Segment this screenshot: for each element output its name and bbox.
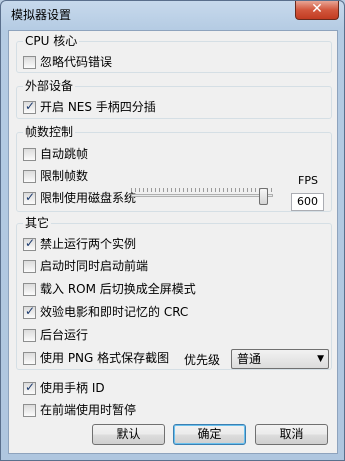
option-label: 自动跳帧 [40,147,89,161]
cancel-button[interactable]: 取消 [255,424,328,445]
fps-slider[interactable] [131,188,278,205]
fps-label: FPS [298,174,318,187]
checkbox[interactable] [23,403,36,417]
group-label-external: 外部设备 [23,79,76,93]
option-run-in-background[interactable]: 后台运行 [23,327,88,343]
option-verify-crc[interactable]: 效验电影和即时记忆的 CRC [23,304,188,320]
default-button[interactable]: 默认 [92,424,165,445]
option-label: 效验电影和即时记忆的 CRC [40,305,189,319]
title-bar[interactable]: 模拟器设置 ✕ [1,1,344,27]
chevron-down-icon: ▼ [317,354,324,364]
slider-thumb[interactable] [259,188,268,205]
checkbox[interactable] [23,99,36,114]
group-label-frame: 帧数控制 [23,125,76,139]
checkbox[interactable] [23,304,36,319]
option-label: 禁止运行两个实例 [40,237,137,251]
window-title: 模拟器设置 [11,8,72,22]
option-label: 使用手柄 ID [40,381,105,395]
checkbox[interactable] [23,380,36,395]
checkbox[interactable] [23,351,36,365]
checkbox[interactable] [23,259,36,273]
slider-ticks [131,188,273,192]
option-label: 开启 NES 手柄四分插 [40,100,156,114]
option-single-instance[interactable]: 禁止运行两个实例 [23,236,136,252]
checkbox[interactable] [23,190,36,205]
checkbox[interactable] [23,236,36,251]
priority-select[interactable]: 普通 ▼ [231,349,329,369]
group-label-cpu: CPU 核心 [23,34,80,48]
checkbox[interactable] [23,169,36,183]
option-label: 载入 ROM 后切换成全屏模式 [40,282,196,296]
checkbox[interactable] [23,55,36,69]
option-label: 限制帧数 [40,169,89,183]
dialog-body: CPU 核心 忽略代码错误 外部设备 开启 NES 手柄四分插 帧数控制 自动跳… [8,30,338,454]
ok-button[interactable]: 确定 [173,424,246,445]
option-label: 限制使用磁盘系统 [40,191,137,205]
checkbox[interactable] [23,328,36,342]
option-ignore-code-errors[interactable]: 忽略代码错误 [23,54,112,70]
group-label-other: 其它 [23,216,52,230]
priority-value: 普通 [237,352,262,366]
fps-input[interactable]: 600 [291,193,324,211]
slider-track [131,194,273,197]
option-auto-frameskip[interactable]: 自动跳帧 [23,146,88,162]
group-other: 其它 禁止运行两个实例 启动时同时启动前端 载入 ROM 后切换成全屏模式 效验… [16,216,332,370]
option-png-screenshot[interactable]: 使用 PNG 格式保存截图 [23,350,169,366]
checkbox[interactable] [23,282,36,296]
option-label: 忽略代码错误 [40,55,113,69]
group-external: 外部设备 开启 NES 手柄四分插 [16,79,332,119]
option-limit-fps[interactable]: 限制帧数 [23,168,88,184]
group-cpu: CPU 核心 忽略代码错误 [16,34,332,73]
checkbox[interactable] [23,147,36,161]
option-pause-with-frontend[interactable]: 在前端使用时暂停 [23,402,136,418]
option-label: 使用 PNG 格式保存截图 [40,351,170,365]
option-limit-disk-system[interactable]: 限制使用磁盘系统 [23,190,136,206]
option-nes-four-score[interactable]: 开启 NES 手柄四分插 [23,99,156,115]
close-button[interactable]: ✕ [295,1,339,20]
option-fullscreen-on-load[interactable]: 载入 ROM 后切换成全屏模式 [23,281,196,297]
option-label: 启动时同时启动前端 [40,259,149,273]
settings-window: 模拟器设置 ✕ CPU 核心 忽略代码错误 外部设备 开启 NES 手柄四分插 … [0,0,345,461]
priority-label: 优先级 [184,353,221,367]
option-start-frontend[interactable]: 启动时同时启动前端 [23,258,148,274]
option-use-joystick-id[interactable]: 使用手柄 ID [23,380,105,396]
option-label: 后台运行 [40,328,89,342]
option-label: 在前端使用时暂停 [40,403,137,417]
